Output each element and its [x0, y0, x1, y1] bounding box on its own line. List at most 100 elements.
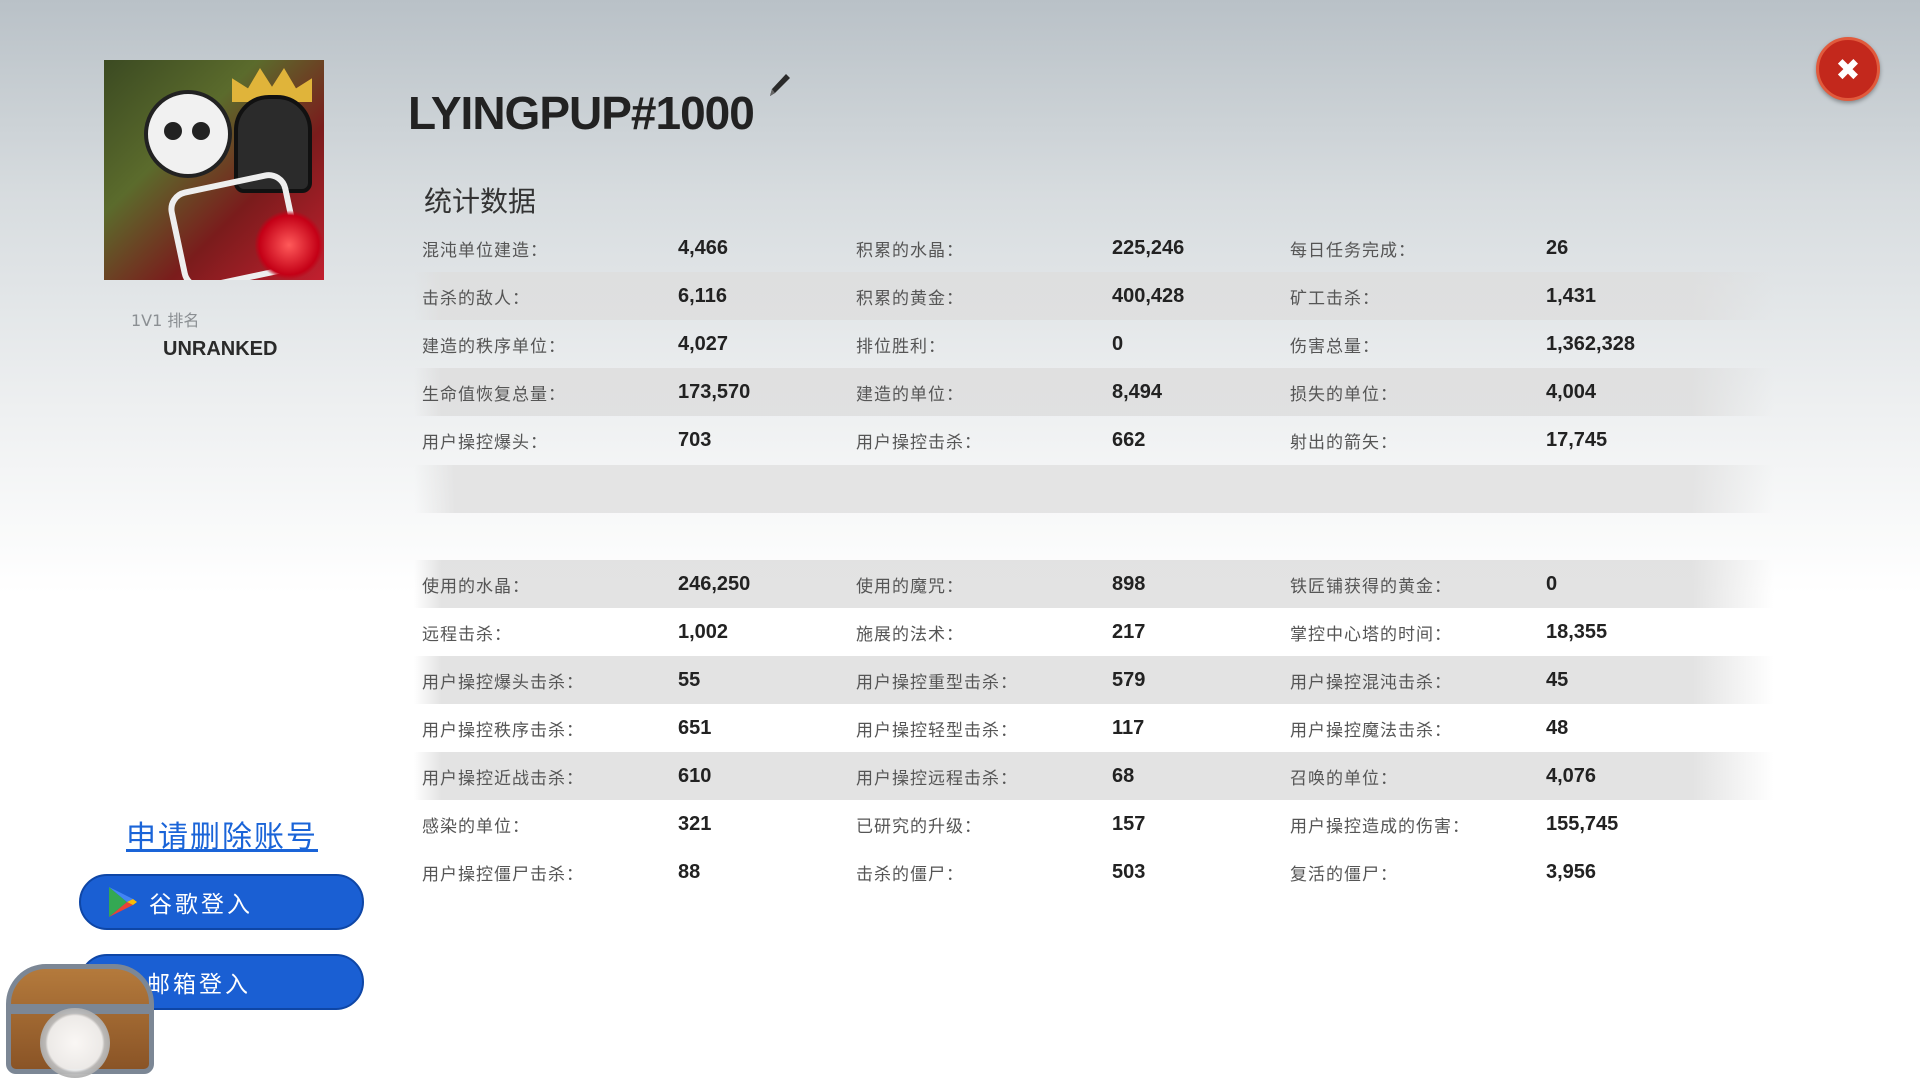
- stats-table-primary: 混沌单位建造： 4,466 积累的水晶： 225,246 每日任务完成： 26 …: [414, 224, 1774, 464]
- stat-label: 损失的单位：: [1290, 384, 1398, 405]
- stat-label: 掌控中心塔的时间：: [1290, 624, 1452, 645]
- stats-row: 远程击杀： 1,002 施展的法术： 217 掌控中心塔的时间： 18,355: [414, 608, 1774, 656]
- stat-value: 155,745: [1546, 812, 1619, 835]
- stat-label: 排位胜利：: [856, 336, 946, 357]
- stat-label: 积累的黄金：: [856, 288, 964, 309]
- rank-value: UNRANKED: [163, 338, 278, 360]
- stat-label: 建造的秩序单位：: [422, 336, 566, 357]
- stat-value: 217: [1112, 620, 1146, 643]
- stat-label: 用户操控近战击杀：: [422, 768, 584, 789]
- treasure-chest-icon[interactable]: [0, 944, 154, 1078]
- stat-value: 4,004: [1546, 380, 1597, 403]
- stat-label: 用户操控爆头击杀：: [422, 672, 584, 693]
- stat-label: 复活的僵尸：: [1290, 864, 1398, 885]
- skull-figure: [144, 90, 232, 178]
- stat-value: 18,355: [1546, 620, 1608, 643]
- google-login-button[interactable]: 谷歌登入: [79, 874, 364, 930]
- player-avatar: [104, 60, 324, 280]
- stat-label: 用户操控魔法击杀：: [1290, 720, 1452, 741]
- stat-label: 用户操控造成的伤害：: [1290, 816, 1470, 837]
- stat-label: 射出的箭矢：: [1290, 432, 1398, 453]
- google-play-icon: [109, 887, 137, 917]
- stats-title: 统计数据: [424, 185, 537, 218]
- stat-label: 混沌单位建造：: [422, 240, 548, 261]
- stats-row: 感染的单位： 321 已研究的升级： 157 用户操控造成的伤害： 155,74…: [414, 800, 1774, 848]
- stats-row: 用户操控爆头击杀： 55 用户操控重型击杀： 579 用户操控混沌击杀： 45: [414, 656, 1774, 704]
- close-button[interactable]: ✖: [1816, 37, 1880, 101]
- stat-label: 施展的法术：: [856, 624, 964, 645]
- stat-label: 用户操控混沌击杀：: [1290, 672, 1452, 693]
- stat-label: 远程击杀：: [422, 624, 512, 645]
- stat-value: 45: [1546, 668, 1569, 691]
- stat-value: 117: [1112, 716, 1145, 739]
- delete-account-link[interactable]: 申请删除账号: [126, 812, 318, 856]
- stat-value: 55: [678, 668, 701, 691]
- divider-band: [414, 465, 1774, 513]
- stat-label: 建造的单位：: [856, 384, 964, 405]
- stat-label: 用户操控爆头：: [422, 432, 548, 453]
- stat-value: 173,570: [678, 380, 751, 403]
- stat-value: 6,116: [678, 284, 727, 307]
- player-name: LYINGPUP#1000: [408, 87, 755, 139]
- stat-value: 1,431: [1546, 284, 1597, 307]
- stat-value: 4,076: [1546, 764, 1597, 787]
- stat-label: 已研究的升级：: [856, 816, 982, 837]
- stat-label: 用户操控重型击杀：: [856, 672, 1018, 693]
- stat-label: 用户操控击杀：: [856, 432, 982, 453]
- stat-label: 用户操控远程击杀：: [856, 768, 1018, 789]
- stat-label: 击杀的僵尸：: [856, 864, 964, 885]
- stat-value: 246,250: [678, 572, 751, 595]
- stat-label: 使用的水晶：: [422, 576, 530, 597]
- stat-label: 积累的水晶：: [856, 240, 964, 261]
- stat-value: 225,246: [1112, 236, 1185, 259]
- stats-row: 混沌单位建造： 4,466 积累的水晶： 225,246 每日任务完成： 26: [414, 224, 1774, 272]
- stat-label: 召唤的单位：: [1290, 768, 1398, 789]
- close-icon: ✖: [1835, 53, 1861, 88]
- stats-row: 用户操控僵尸击杀： 88 击杀的僵尸： 503 复活的僵尸： 3,956: [414, 848, 1774, 896]
- stat-label: 使用的魔咒：: [856, 576, 964, 597]
- stat-value: 0: [1112, 332, 1124, 355]
- stat-label: 铁匠铺获得的黄金：: [1290, 576, 1452, 597]
- stat-value: 651: [678, 716, 712, 739]
- stat-value: 610: [678, 764, 712, 787]
- stats-row: 用户操控爆头： 703 用户操控击杀： 662 射出的箭矢： 17,745: [414, 416, 1774, 464]
- lightning-effect: [254, 210, 324, 280]
- stat-label: 用户操控僵尸击杀：: [422, 864, 584, 885]
- stats-row: 击杀的敌人： 6,116 积累的黄金： 400,428 矿工击杀： 1,431: [414, 272, 1774, 320]
- stat-value: 26: [1546, 236, 1569, 259]
- stat-value: 1,362,328: [1546, 332, 1635, 355]
- stats-row: 使用的水晶： 246,250 使用的魔咒： 898 铁匠铺获得的黄金： 0: [414, 560, 1774, 608]
- floating-joystick[interactable]: [40, 1008, 110, 1078]
- stat-value: 157: [1112, 812, 1146, 835]
- stats-row: 用户操控近战击杀： 610 用户操控远程击杀： 68 召唤的单位： 4,076: [414, 752, 1774, 800]
- stat-label: 感染的单位：: [422, 816, 530, 837]
- google-login-label: 谷歌登入: [149, 892, 253, 918]
- stats-row: 生命值恢复总量： 173,570 建造的单位： 8,494 损失的单位： 4,0…: [414, 368, 1774, 416]
- stat-value: 0: [1546, 572, 1558, 595]
- stat-value: 321: [678, 812, 712, 835]
- stat-label: 伤害总量：: [1290, 336, 1380, 357]
- stat-label: 用户操控秩序击杀：: [422, 720, 584, 741]
- stat-value: 703: [678, 428, 712, 451]
- stat-value: 8,494: [1112, 380, 1163, 403]
- stat-label: 生命值恢复总量：: [422, 384, 566, 405]
- stats-row: 建造的秩序单位： 4,027 排位胜利： 0 伤害总量： 1,362,328: [414, 320, 1774, 368]
- email-login-label: 邮箱登入: [147, 972, 251, 998]
- stat-value: 48: [1546, 716, 1569, 739]
- stat-label: 击杀的敌人：: [422, 288, 530, 309]
- stat-label: 每日任务完成：: [1290, 240, 1416, 261]
- pencil-icon[interactable]: [764, 70, 794, 100]
- stat-value: 4,027: [678, 332, 729, 355]
- stat-value: 400,428: [1112, 284, 1185, 307]
- stat-label: 用户操控轻型击杀：: [856, 720, 1018, 741]
- stats-row: 用户操控秩序击杀： 651 用户操控轻型击杀： 117 用户操控魔法击杀： 48: [414, 704, 1774, 752]
- rank-label: 1V1 排名: [131, 311, 200, 330]
- stat-value: 503: [1112, 860, 1146, 883]
- stat-value: 898: [1112, 572, 1146, 595]
- stat-value: 662: [1112, 428, 1146, 451]
- stat-value: 579: [1112, 668, 1146, 691]
- stats-table-secondary: 使用的水晶： 246,250 使用的魔咒： 898 铁匠铺获得的黄金： 0 远程…: [414, 560, 1774, 896]
- stat-value: 4,466: [678, 236, 729, 259]
- stat-label: 矿工击杀：: [1290, 288, 1380, 309]
- stat-value: 17,745: [1546, 428, 1608, 451]
